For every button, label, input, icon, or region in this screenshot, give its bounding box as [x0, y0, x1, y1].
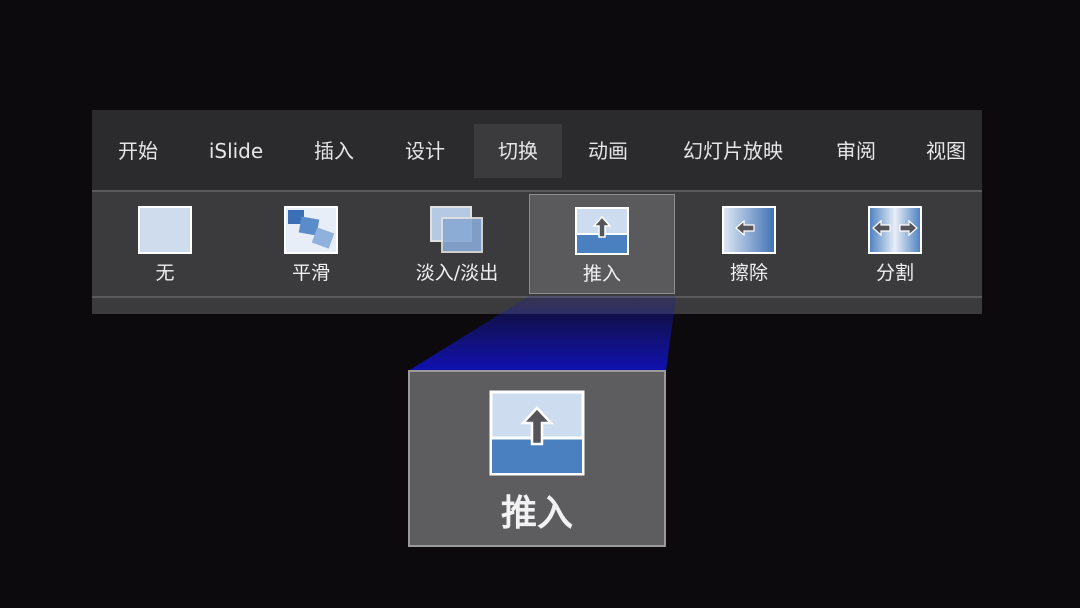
zoom-callout: 推入 [408, 370, 666, 547]
zoom-callout-label: 推入 [500, 493, 573, 534]
push-up-transition-icon [489, 390, 585, 476]
